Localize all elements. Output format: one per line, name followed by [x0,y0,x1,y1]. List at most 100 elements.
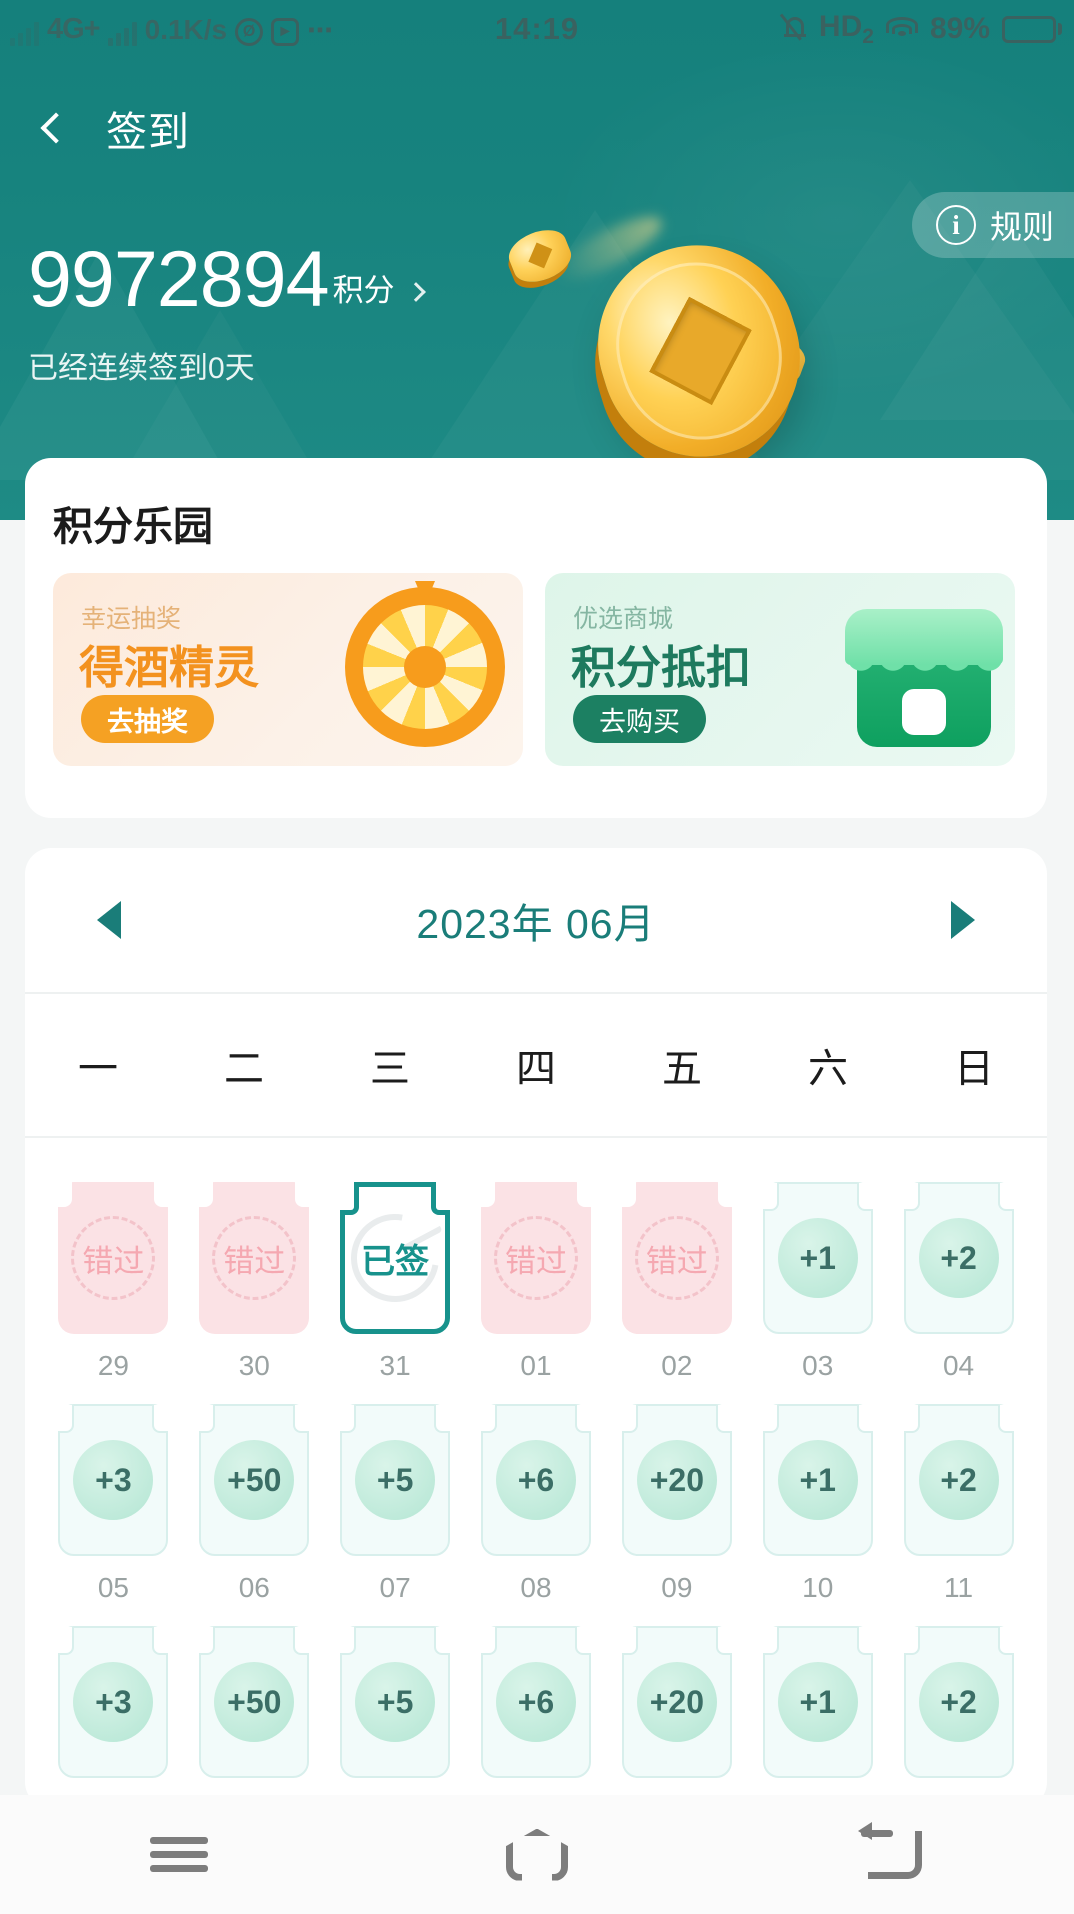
recents-button[interactable] [0,1830,358,1879]
mute-icon: Ø [235,18,263,46]
points-unit-label: 积分 [333,265,395,310]
day-ticket-future: +6 [481,1404,591,1556]
info-icon: i [936,205,976,245]
calendar-day-cell[interactable]: +312 [43,1626,184,1808]
calendar-day-cell[interactable]: 错过02 [606,1182,747,1382]
network-type-label: 4G+ [47,13,100,46]
calendar-day-grid: 错过29错过30已签31错过01错过02+103+204+305+5006+50… [25,1138,1047,1808]
play-icon: ► [271,18,299,46]
reward-points-badge: +2 [919,1440,999,1520]
calendar-day-number: 02 [661,1350,692,1382]
day-ticket-future: +5 [340,1626,450,1778]
weekday-label: 一 [25,1036,171,1094]
calendar-day-cell[interactable]: +2016 [606,1626,747,1808]
points-mall-subtitle: 优选商城 [573,599,673,635]
more-dots-icon: ⋯ [307,15,336,46]
calendar-day-cell[interactable]: 错过 30 [184,1182,325,1382]
day-ticket-future: +50 [199,1404,309,1556]
battery-percent-label: 89% [930,12,990,46]
calendar-day-cell[interactable]: +514 [325,1626,466,1808]
reward-points-badge: +5 [355,1440,435,1520]
points-mall-tile[interactable]: 优选商城 积分抵扣 去购买 [545,573,1015,766]
calendar-day-cell[interactable]: +211 [888,1404,1029,1604]
day-ticket-future: +20 [622,1626,732,1778]
paradise-tiles: 幸运抽奖 得酒精灵 去抽奖 优选商城 积分抵扣 去购买 [53,573,1015,766]
go-draw-button[interactable]: 去抽奖 [81,695,214,743]
calendar-day-number: 30 [239,1350,270,1382]
calendar-day-cell[interactable]: +50 06 [184,1404,325,1604]
prize-wheel-icon [345,587,505,747]
calendar-day-cell[interactable]: +6 08 [466,1404,607,1604]
calendar-day-cell[interactable]: +1 03 [747,1182,888,1382]
app-nav-bar: 签到 [0,88,1074,168]
chevron-right-icon [406,282,426,302]
rules-button-label: 规则 [990,202,1054,248]
back-nav-button[interactable] [716,1831,1074,1879]
calendar-day-cell[interactable]: +5013 [184,1626,325,1808]
day-ticket-missed: 错过 [481,1182,591,1334]
back-arrow-icon [868,1831,922,1879]
calendar-day-cell[interactable]: +507 [325,1404,466,1604]
signed-badge: 已签 [351,1214,439,1302]
home-button[interactable] [358,1829,716,1881]
weekday-label: 二 [171,1036,317,1094]
calendar-day-cell[interactable]: 错过 29 [43,1182,184,1382]
calendar-day-number: 31 [380,1350,411,1382]
reward-points-badge: +3 [73,1662,153,1742]
rules-button[interactable]: i 规则 [912,192,1074,258]
calendar-day-cell[interactable]: +615 [466,1626,607,1808]
lucky-draw-tile[interactable]: 幸运抽奖 得酒精灵 去抽奖 [53,573,523,766]
wifi-icon [886,16,918,42]
status-bar: 4G+ 0.1K/s Ø ► ⋯ 14:19 HD2 89% [0,0,1074,58]
calendar-day-number: 09 [661,1572,692,1604]
points-balance[interactable]: 9972894 积分 [28,243,423,316]
calendar-day-cell[interactable]: 已签 31 [325,1182,466,1382]
calendar-day-number: 29 [98,1350,129,1382]
day-ticket-future: +20 [622,1404,732,1556]
calendar-day-cell[interactable]: +218 [888,1626,1029,1808]
calendar-day-cell[interactable]: +117 [747,1626,888,1808]
day-ticket-future: +2 [904,1404,1014,1556]
day-ticket-future: +3 [58,1626,168,1778]
signal-bars-icon [10,20,39,46]
weekday-label: 五 [609,1036,755,1094]
calendar-day-number: 06 [239,1572,270,1604]
missed-badge: 错过 [494,1216,578,1300]
triangle-left-icon[interactable] [97,901,121,939]
calendar-day-cell[interactable]: +204 [888,1182,1029,1382]
battery-icon [1002,16,1062,43]
day-ticket-future: +5 [340,1404,450,1556]
missed-badge: 错过 [212,1216,296,1300]
triangle-right-icon[interactable] [951,901,975,939]
paradise-title: 积分乐园 [53,494,213,552]
day-ticket-future: +2 [904,1182,1014,1334]
calendar-day-cell[interactable]: +20 09 [606,1404,747,1604]
calendar-day-number: 03 [802,1350,833,1382]
go-buy-button[interactable]: 去购买 [573,695,706,743]
day-ticket-future: +2 [904,1626,1014,1778]
hd-voice-label: HD2 [819,10,874,49]
missed-badge: 错过 [71,1216,155,1300]
weekday-label: 三 [317,1036,463,1094]
calendar-day-number: 05 [98,1572,129,1604]
signed-label: 已签 [361,1234,429,1283]
weekday-label: 六 [755,1036,901,1094]
day-ticket-signed: 已签 [340,1182,450,1334]
calendar-day-number: 08 [520,1572,551,1604]
system-navigation-bar [0,1795,1074,1914]
network-speed-label: 0.1K/s [145,14,228,46]
page-title: 签到 [106,98,190,158]
menu-icon [150,1830,208,1879]
calendar-header: 2023年 06月 [25,848,1047,994]
calendar-day-cell[interactable]: +3 05 [43,1404,184,1604]
home-icon [506,1829,568,1881]
reward-points-badge: +1 [778,1218,858,1298]
lucky-draw-title: 得酒精灵 [79,631,259,696]
signin-calendar-card: 2023年 06月 一 二 三 四 五 六 日 错过29错过30已签31错过01… [25,848,1047,1808]
calendar-day-number: 10 [802,1572,833,1604]
day-ticket-missed: 错过 [58,1182,168,1334]
calendar-day-cell[interactable]: 错过01 [466,1182,607,1382]
calendar-day-cell[interactable]: +110 [747,1404,888,1604]
reward-points-badge: +3 [73,1440,153,1520]
back-button[interactable] [18,93,88,163]
